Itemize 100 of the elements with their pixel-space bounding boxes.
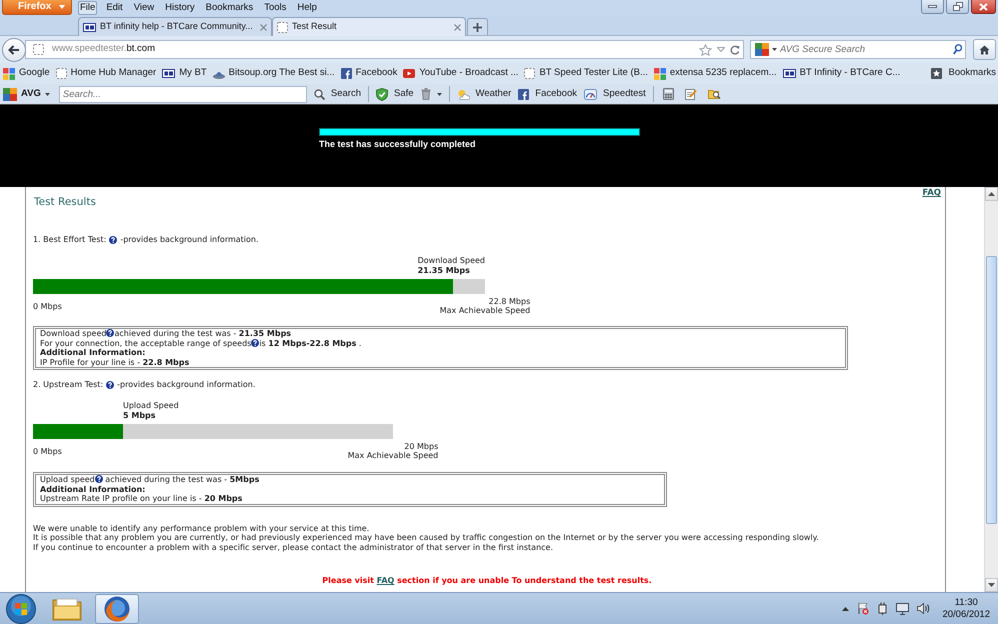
trash-icon[interactable] <box>420 88 431 100</box>
toolbar-button[interactable]: Search <box>314 86 361 102</box>
faq-link[interactable]: FAQ <box>376 576 394 585</box>
caret-down-icon <box>988 583 995 587</box>
bookmark-item[interactable]: YouTube - Broadcast ... <box>403 66 518 81</box>
blank-page-icon <box>33 44 44 55</box>
caret-icon[interactable] <box>772 48 777 51</box>
help-icon[interactable] <box>106 381 114 389</box>
menu-item[interactable]: Help <box>295 1 319 15</box>
bookmark-item[interactable]: Home Hub Manager <box>56 66 156 81</box>
section-title: Test Results <box>34 196 96 209</box>
help-icon[interactable] <box>109 236 118 244</box>
home-icon <box>979 44 990 54</box>
tiles-icon <box>654 68 666 80</box>
search-icon <box>314 88 325 100</box>
logo-icon <box>83 22 96 32</box>
menu-item[interactable]: History <box>163 1 197 15</box>
toolbar-button[interactable]: Weather <box>456 86 512 102</box>
folder-search-icon[interactable] <box>708 88 721 100</box>
minimize-button[interactable] <box>921 0 944 14</box>
tab[interactable]: Test Result <box>272 17 466 36</box>
faq-link[interactable]: FAQ <box>922 188 941 198</box>
taskbar-button[interactable] <box>95 594 139 624</box>
f-logo-icon <box>340 68 352 79</box>
blank-page-icon <box>277 22 288 32</box>
bookmark-item[interactable]: My BT <box>162 66 207 81</box>
home-button[interactable] <box>973 39 996 60</box>
test-heading: 2. Upstream Test: <box>33 380 104 390</box>
device-icon[interactable] <box>877 602 888 615</box>
info-text: Download speed <box>40 329 106 338</box>
gauge-icon <box>584 88 598 100</box>
close-button[interactable] <box>971 0 996 14</box>
monitor-icon[interactable] <box>896 602 910 614</box>
reload-icon[interactable] <box>730 44 740 54</box>
info-text: achieved during the test was - 5Mbps <box>104 475 260 484</box>
help-icon[interactable] <box>251 338 260 346</box>
scroll-down-button[interactable] <box>985 578 998 592</box>
blank-page-icon <box>56 68 67 79</box>
tab[interactable]: BT infinity help - BTCare Community... <box>78 17 272 36</box>
restore-icon <box>952 2 962 11</box>
info-text: For your connection, the acceptable range of speeds <box>40 338 252 348</box>
help-icon[interactable] <box>94 475 103 483</box>
bookmark-item[interactable]: Google <box>3 66 50 81</box>
menu-item[interactable]: File <box>78 1 98 15</box>
minimize-icon <box>928 5 937 8</box>
help-icon[interactable] <box>106 329 114 337</box>
search-icon[interactable] <box>953 44 962 55</box>
test-description: -provides background information. <box>117 380 256 390</box>
toolbar-button[interactable]: Safe <box>376 86 414 102</box>
test-description: -provides background information. <box>120 235 259 245</box>
notepad-icon[interactable] <box>684 88 697 100</box>
speed-value: 5 Mbps <box>123 411 156 421</box>
tiles-icon <box>3 88 17 100</box>
address-field[interactable]: www.speedtester.bt.com <box>25 40 744 59</box>
bookmark-item[interactable]: BT Speed Tester Lite (B... <box>524 66 648 81</box>
menu-item[interactable]: Bookmarks <box>204 1 256 15</box>
calculator-icon[interactable] <box>662 88 674 100</box>
notice-text: We were unable to identify any performance problem with your service at this time. <box>33 524 370 533</box>
bookmarks-menu-button[interactable]: Bookmarks <box>931 66 996 81</box>
scroll-up-button[interactable] <box>985 187 998 201</box>
menu-item[interactable]: Tools <box>262 1 288 15</box>
new-tab-button[interactable] <box>467 18 488 35</box>
faq-notice: Please visit FAQ section if you are unable To understand the test results. <box>322 576 652 586</box>
scale-max-label: 20 Mbps <box>404 442 438 451</box>
start-orb-icon[interactable] <box>6 594 36 624</box>
plus-icon <box>473 22 482 32</box>
tiles-icon[interactable] <box>755 43 769 56</box>
caret-up-icon[interactable] <box>842 606 850 610</box>
speed-value: 21.35 Mbps <box>418 266 470 276</box>
clock-time: 11:30 <box>954 596 978 608</box>
info-text: IP Profile for your line is - 22.8 Mbps <box>40 358 190 366</box>
dropdown-icon[interactable] <box>717 47 725 52</box>
blank-page-icon <box>524 68 536 79</box>
toolbar-menu-button[interactable]: AVG <box>3 86 50 102</box>
star-icon[interactable] <box>699 44 712 56</box>
close-icon[interactable] <box>260 24 267 30</box>
bookmark-item[interactable]: Facebook <box>340 66 398 81</box>
scrollbar[interactable] <box>984 187 998 592</box>
scale-min-label: 0 Mbps <box>33 446 62 456</box>
scale-min-label: 0 Mbps <box>33 302 62 310</box>
toolbar-button[interactable]: Speedtest <box>584 86 646 102</box>
info-text: is 12 Mbps-22.8 Mbps . <box>259 338 362 348</box>
restore-button[interactable] <box>946 0 969 14</box>
flag-icon[interactable] <box>857 602 870 615</box>
scrollbar-thumb[interactable] <box>986 256 997 524</box>
status-message: The test has successfully completed <box>319 139 476 150</box>
bookmark-item[interactable]: Bitsoup.org The Best si... <box>212 66 335 81</box>
bookmark-item[interactable]: BT Infinity - BTCare C... <box>782 66 900 81</box>
menu-item[interactable]: Edit <box>104 1 125 15</box>
back-button[interactable] <box>2 38 26 62</box>
bookmark-item[interactable]: extensa 5235 replacem... <box>654 66 777 81</box>
menu-item[interactable]: View <box>132 1 156 15</box>
speaker-icon[interactable] <box>917 603 930 614</box>
caret-icon[interactable] <box>436 92 442 96</box>
toolbar-search-field[interactable]: Search... <box>58 86 307 102</box>
logo-icon <box>162 69 176 78</box>
browser-logo-icon <box>104 596 130 622</box>
toolbar-button[interactable]: Facebook <box>518 86 578 102</box>
sun-cloud-icon <box>456 88 470 100</box>
close-icon[interactable] <box>454 24 461 30</box>
